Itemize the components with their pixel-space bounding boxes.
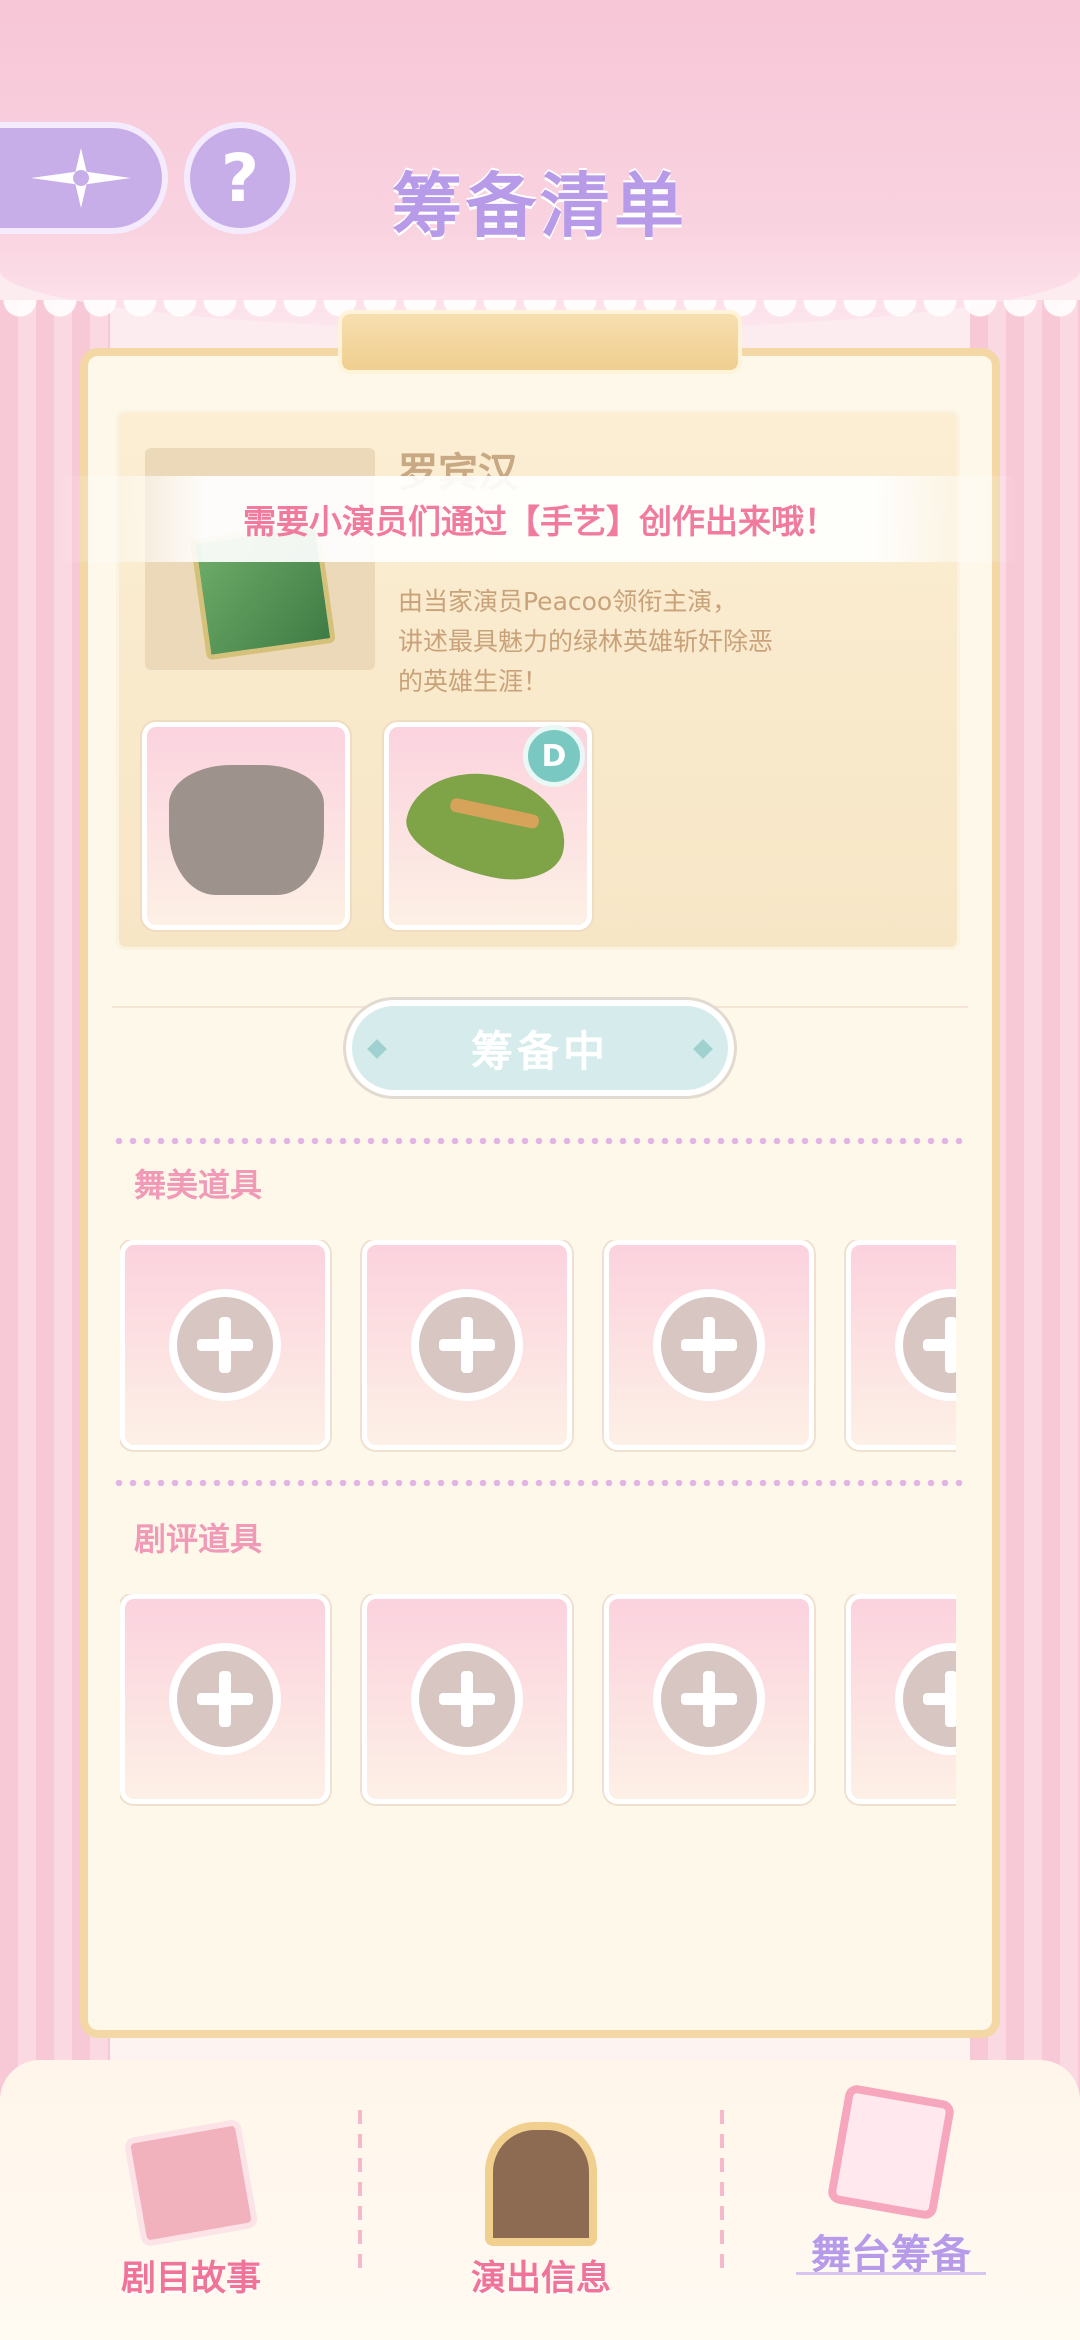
section-title-stage-props: 舞美道具 [134, 1166, 263, 1204]
storybook-icon [123, 2118, 259, 2248]
add-prop-slot[interactable] [362, 1240, 572, 1450]
nav-tab-stage-prep[interactable]: 舞台筹备 [756, 2083, 1026, 2312]
plus-icon [653, 1289, 765, 1401]
nav-tab-label: 剧目故事 [120, 2259, 261, 2299]
add-prop-slot[interactable] [120, 1240, 330, 1450]
status-button[interactable]: 筹备中 [346, 1000, 734, 1096]
stage-props-row [120, 1240, 956, 1452]
dotted-divider [112, 1480, 968, 1486]
diamond-icon [693, 1039, 713, 1059]
locked-top-silhouette-icon [169, 765, 324, 895]
diamond-icon [367, 1039, 387, 1059]
status-label: 筹备中 [470, 1026, 609, 1076]
plus-icon [653, 1643, 765, 1755]
review-props-row [120, 1594, 956, 1806]
nav-tab-story[interactable]: 剧目故事 [56, 2112, 326, 2312]
add-prop-slot[interactable] [604, 1240, 814, 1450]
active-tab-indicator [796, 2272, 986, 2275]
rarity-badge: D [523, 725, 585, 787]
plus-icon [411, 1643, 523, 1755]
notice-board-icon [485, 2122, 597, 2246]
costume-slot-locked[interactable] [142, 722, 350, 930]
nav-separator [358, 2110, 362, 2270]
plus-icon [169, 1643, 281, 1755]
section-title-review-props: 剧评道具 [134, 1520, 263, 1558]
story-description: 由当家演员Peacoo领衔主演， 讲述最具魅力的绿林英雄斩奸除恶 的英雄生涯！ [398, 582, 838, 702]
hint-toast: 需要小演员们通过【手艺】创作出来哦！ [60, 476, 1020, 562]
panel-ribbon [338, 310, 742, 374]
add-review-slot[interactable] [120, 1594, 330, 1804]
plus-icon [411, 1289, 523, 1401]
story-description-line: 的英雄生涯！ [398, 667, 549, 696]
add-prop-slot[interactable] [846, 1240, 956, 1450]
story-description-line: 由当家演员Peacoo领衔主演， [398, 587, 738, 616]
plus-icon [895, 1289, 956, 1401]
story-description-line: 讲述最具魅力的绿林英雄斩奸除恶 [398, 627, 774, 656]
clipboard-icon [826, 2083, 956, 2221]
dotted-divider [112, 1138, 968, 1144]
costume-slot-hat[interactable]: D [384, 722, 592, 930]
plus-icon [895, 1643, 956, 1755]
plus-icon [169, 1289, 281, 1401]
nav-separator [720, 2110, 724, 2270]
add-review-slot[interactable] [362, 1594, 572, 1804]
page-title: 筹备清单 [392, 165, 688, 247]
nav-tab-label: 演出信息 [470, 2259, 611, 2299]
add-review-slot[interactable] [604, 1594, 814, 1804]
add-review-slot[interactable] [846, 1594, 956, 1804]
nav-tab-performance-info[interactable]: 演出信息 [406, 2112, 676, 2312]
